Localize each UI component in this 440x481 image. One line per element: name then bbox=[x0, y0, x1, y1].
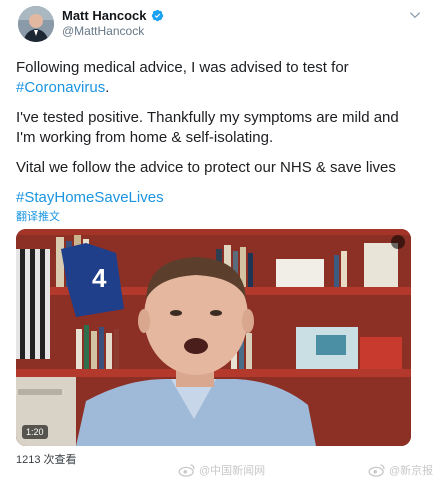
verified-badge-icon bbox=[151, 9, 163, 22]
translate-tweet-link[interactable]: 翻译推文 bbox=[16, 208, 60, 224]
tweet-text: Following medical advice, I was advised … bbox=[16, 58, 416, 208]
tweet-paragraph-3: Vital we follow the advice to protect ou… bbox=[16, 159, 396, 176]
display-name[interactable]: Matt Hancock bbox=[62, 8, 147, 23]
watermark-1-text: @中国新闻网 bbox=[199, 465, 266, 477]
avatar[interactable] bbox=[18, 6, 54, 42]
tweet-paragraph-1: Following medical advice, I was advised … bbox=[16, 58, 416, 98]
video-menu-icon[interactable] bbox=[391, 235, 405, 249]
tweet-paragraph-4: #StayHomeSaveLives bbox=[16, 188, 416, 208]
weibo-logo-icon bbox=[178, 464, 195, 477]
name-row: Matt Hancock bbox=[62, 8, 164, 23]
chevron-down-icon[interactable] bbox=[408, 8, 422, 22]
tweet-card: Matt Hancock @MattHancock Following medi… bbox=[0, 0, 440, 481]
tweet-paragraph-2: I've tested positive. Thankfully my symp… bbox=[16, 109, 399, 146]
watermark-2-text: @新京报 bbox=[389, 465, 434, 477]
svg-text:4: 4 bbox=[92, 263, 107, 293]
video-duration-badge: 1:20 bbox=[22, 425, 48, 439]
video-player[interactable]: 4 1:20 bbox=[16, 229, 411, 446]
watermark-2: @新京报 bbox=[368, 462, 433, 478]
hashtag-coronavirus[interactable]: #Coronavirus bbox=[16, 79, 105, 96]
watermark-1: @中国新闻网 bbox=[178, 462, 265, 478]
weibo-logo-icon bbox=[368, 464, 385, 477]
tweet-line-1-end: . bbox=[105, 79, 110, 96]
video-frame: 4 bbox=[16, 229, 411, 446]
view-count: 1213 次查看 bbox=[16, 454, 77, 466]
tweet-line-1: Following medical advice, I was advised … bbox=[16, 59, 349, 76]
hashtag-stayhomesavelives[interactable]: #StayHomeSaveLives bbox=[16, 189, 164, 206]
user-handle[interactable]: @MattHancock bbox=[62, 24, 144, 38]
